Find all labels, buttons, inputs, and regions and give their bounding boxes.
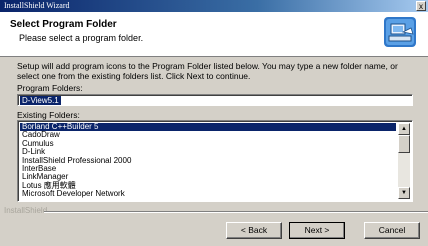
window-title: InstallShield Wizard: [4, 1, 70, 10]
list-item[interactable]: LinkManager: [20, 172, 396, 181]
cancel-button[interactable]: Cancel: [364, 222, 420, 239]
installshield-brand: InstallShield: [4, 206, 48, 215]
existing-folders-label: Existing Folders:: [17, 110, 80, 120]
wizard-body: Setup will add program icons to the Prog…: [0, 57, 428, 207]
list-item[interactable]: CadoDraw: [20, 130, 396, 139]
back-button[interactable]: < Back: [226, 222, 282, 239]
page-subtitle: Please select a program folder.: [19, 33, 144, 43]
title-bar: InstallShield Wizard x: [0, 0, 428, 12]
list-item[interactable]: Borland C++Builder 5: [20, 122, 396, 132]
list-item[interactable]: InstallShield Professional 2000: [20, 156, 396, 165]
list-item[interactable]: InterBase: [20, 164, 396, 173]
wizard-header: Select Program Folder Please select a pr…: [0, 12, 428, 57]
computer-setup-icon: [383, 16, 417, 48]
program-folder-input[interactable]: D-View5.1: [17, 94, 413, 106]
instructions-text: Setup will add program icons to the Prog…: [17, 61, 398, 81]
list-item[interactable]: Microsoft Developer Network: [20, 189, 396, 198]
close-button[interactable]: x: [416, 1, 426, 11]
scroll-thumb[interactable]: [398, 135, 410, 153]
scroll-up-arrow-icon[interactable]: ▲: [398, 123, 410, 135]
folder-list-items: Borland C++Builder 5 CadoDraw Cumulus D-…: [20, 122, 396, 199]
next-button[interactable]: Next >: [289, 222, 345, 239]
scroll-down-arrow-icon[interactable]: ▼: [398, 187, 410, 199]
program-folder-value: D-View5.1: [20, 96, 61, 105]
existing-folders-list[interactable]: Borland C++Builder 5 CadoDraw Cumulus D-…: [17, 120, 413, 202]
page-title: Select Program Folder: [10, 19, 117, 30]
footer-divider: [44, 211, 428, 213]
program-folder-label: Program Folders:: [17, 83, 83, 93]
list-item[interactable]: Cumulus: [20, 139, 396, 148]
folder-list-scrollbar[interactable]: ▲ ▼: [398, 123, 410, 199]
